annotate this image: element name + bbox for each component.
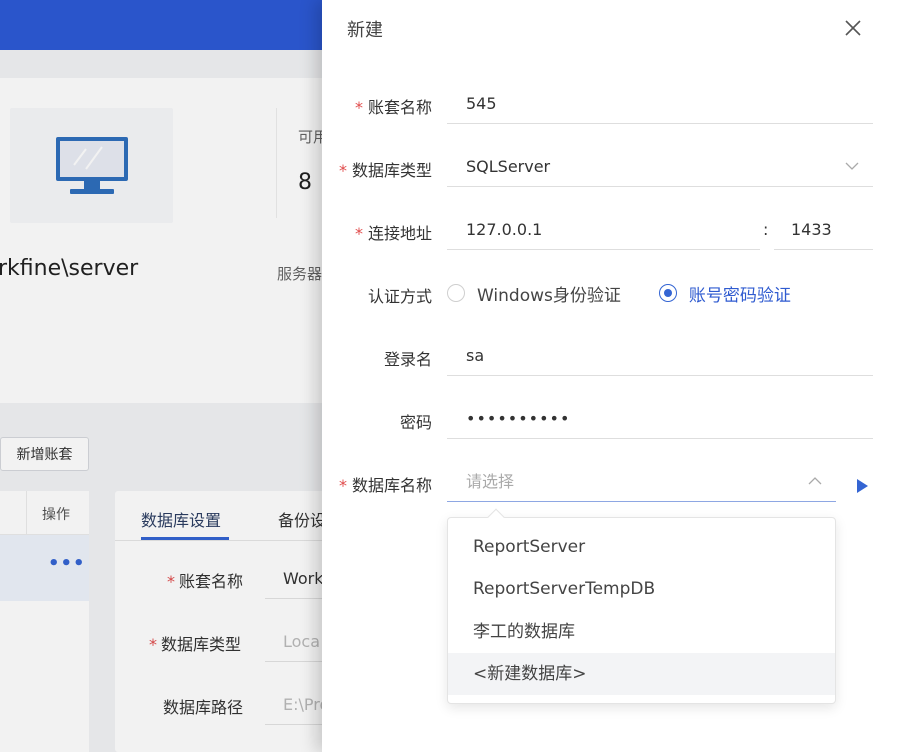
modal-overlay[interactable] [0, 0, 322, 752]
auth-label: 认证方式 [367, 287, 432, 306]
dropdown-option[interactable]: ReportServer [448, 526, 835, 568]
chevron-up-icon [808, 477, 822, 485]
required-mark: * [354, 98, 363, 117]
address-label: * 连接地址 [354, 224, 432, 243]
port-input[interactable]: 1433 [774, 210, 873, 250]
dropdown-arrow [487, 508, 505, 526]
play-icon[interactable] [855, 478, 869, 494]
radio-password-auth-label[interactable]: 账号密码验证 [689, 281, 791, 306]
login-input[interactable]: sa [447, 336, 873, 376]
required-mark: * [338, 161, 347, 180]
db-name-select[interactable]: 请选择 [447, 462, 836, 502]
radio-password-auth[interactable] [658, 284, 677, 302]
drawer-title: 新建 [347, 20, 383, 41]
db-type-select[interactable]: SQLServer [447, 147, 873, 187]
db-type-value: SQLServer [466, 157, 551, 176]
dropdown-option[interactable]: ReportServerTempDB [448, 568, 835, 610]
required-mark: * [338, 476, 347, 495]
radio-windows-auth[interactable] [447, 284, 465, 302]
account-name-label: * 账套名称 [354, 98, 432, 117]
chevron-down-icon [845, 162, 859, 170]
account-name-input[interactable]: 545 [447, 84, 873, 124]
db-name-label: * 数据库名称 [338, 476, 432, 495]
db-type-label: * 数据库类型 [338, 161, 432, 180]
dropdown-option[interactable]: 李工的数据库 [448, 611, 835, 653]
radio-windows-auth-label[interactable]: Windows身份验证 [477, 281, 621, 306]
db-name-placeholder: 请选择 [466, 472, 515, 491]
port-separator: : [763, 220, 769, 239]
auth-radio-group: Windows身份验证 账号密码验证 [447, 280, 829, 306]
password-label: 密码 [399, 413, 432, 432]
password-input[interactable]: •••••••••• [447, 399, 873, 439]
login-label: 登录名 [383, 350, 432, 369]
dropdown-option-new-database[interactable]: <新建数据库> [448, 653, 835, 695]
required-mark: * [354, 224, 363, 243]
new-account-drawer: 新建 * 账套名称 545 * 数据库类型 SQLServer * 连接地址 127.… [322, 0, 899, 752]
db-name-dropdown: ReportServer ReportServerTempDB 李工的数据库 <… [447, 508, 836, 704]
close-icon[interactable] [842, 17, 864, 39]
host-input[interactable]: 127.0.0.1 [447, 210, 760, 250]
